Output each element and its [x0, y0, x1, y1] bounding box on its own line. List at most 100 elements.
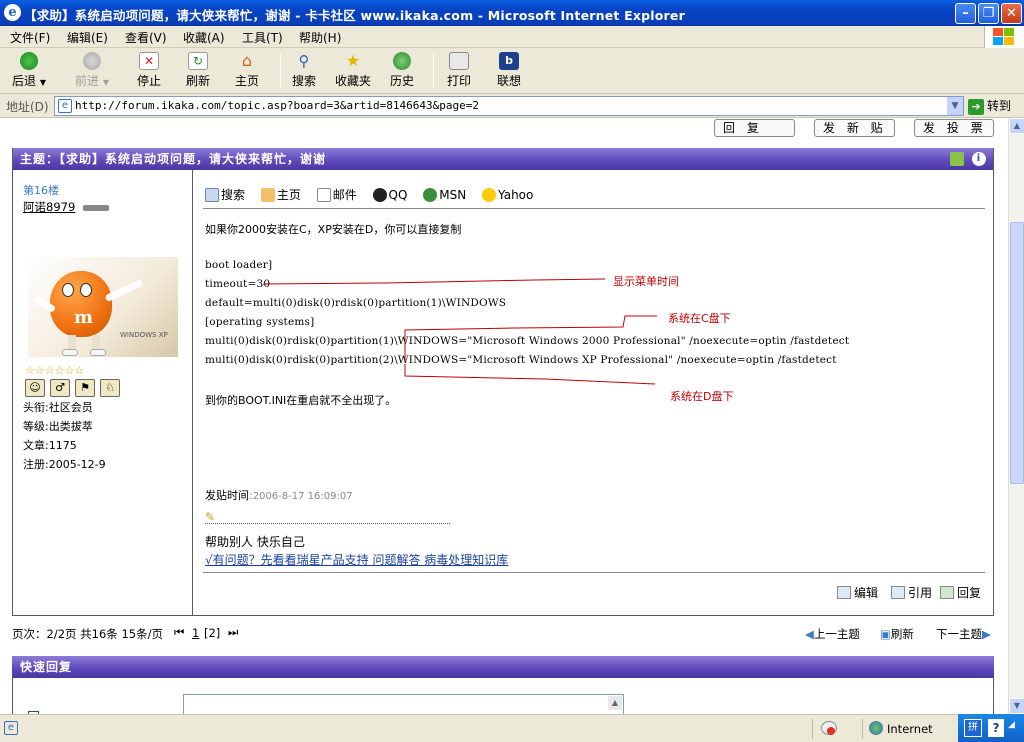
username-link[interactable]: 阿诺8979 — [23, 200, 75, 214]
page-1-link[interactable]: 1 — [192, 626, 199, 640]
home-button[interactable]: ⌂ 主页 — [235, 52, 259, 89]
windows-xp-logo: WINDOWS XP — [120, 331, 168, 339]
page-summary: 页次：2/2页 共16条 15条/页 — [12, 627, 163, 641]
last-page-icon[interactable]: ⏭ — [228, 625, 238, 640]
vertical-scrollbar[interactable]: ▲ ▼ — [1008, 118, 1024, 714]
edit-icon — [837, 586, 851, 599]
page-loaded-icon: e — [4, 721, 18, 735]
address-input[interactable]: e http://forum.ikaka.com/topic.asp?board… — [54, 96, 964, 116]
reply-icon — [940, 586, 954, 599]
divider — [203, 572, 985, 573]
badge-pose-icon: ⚑ — [75, 379, 95, 397]
menu-view[interactable]: 查看(V) — [125, 29, 167, 46]
address-dropdown-icon[interactable]: ▼ — [947, 97, 963, 115]
refresh-link[interactable]: ▣刷新 — [880, 626, 914, 642]
refresh-button[interactable]: ↻ 刷新 — [186, 52, 210, 89]
prev-topic-link[interactable]: ◀上一主题 — [805, 626, 860, 642]
toolbar-separator — [280, 54, 281, 88]
status-bar: e Internet — [0, 714, 1024, 742]
close-button[interactable]: ✕ — [1001, 3, 1022, 24]
signature-divider: ✎ — [205, 510, 450, 524]
reply-top-button[interactable]: 回 复 — [714, 119, 795, 137]
address-url: http://forum.ikaka.com/topic.asp?board=3… — [75, 99, 479, 112]
forward-button[interactable]: 前进 ▼ — [75, 52, 109, 89]
input-method-icon[interactable]: 拼 — [964, 719, 982, 737]
rank-stars: ☆☆☆☆☆☆ — [25, 364, 85, 377]
go-button[interactable]: ➔ 转到 — [968, 97, 1011, 115]
back-button[interactable]: 后退 ▼ — [12, 52, 46, 89]
print-button[interactable]: 打印 — [447, 52, 471, 89]
badge-smile-icon: ☺ — [25, 379, 45, 397]
history-button[interactable]: 历史 — [390, 52, 414, 89]
globe-icon — [869, 721, 883, 735]
scroll-down-icon[interactable]: ▼ — [1009, 698, 1024, 714]
help-icon[interactable]: ? — [988, 719, 1004, 737]
lenovo-icon: b — [499, 52, 519, 70]
textarea-scroll-up-icon[interactable]: ▲ — [608, 696, 622, 710]
refresh-icon: ↻ — [188, 52, 208, 70]
scroll-thumb[interactable] — [1010, 222, 1024, 484]
new-poll-button[interactable]: 发 投 票 — [914, 119, 994, 137]
plug-icon — [83, 204, 110, 211]
signature-link[interactable]: √有问题？先看看瑞星产品支持 问题解答 病毒处理知识库 — [205, 551, 508, 568]
ie-icon: e — [4, 4, 21, 21]
menu-help[interactable]: 帮助(H) — [299, 29, 341, 46]
stop-button[interactable]: ✕ 停止 — [137, 52, 161, 89]
menu-favorites[interactable]: 收藏(A) — [183, 29, 225, 46]
badge-animal-icon: ♘ — [100, 379, 120, 397]
avatar: m WINDOWS XP — [28, 257, 178, 357]
quick-reply-header: 快速回复 — [12, 656, 994, 678]
printer-icon — [449, 52, 469, 70]
favorites-button[interactable]: ★ 收藏夹 — [335, 52, 371, 89]
minimize-button[interactable]: – — [955, 3, 976, 24]
badge-male-icon: ♂ — [50, 379, 70, 397]
stop-icon: ✕ — [139, 52, 159, 70]
pager: 页次：2/2页 共16条 15条/页 ⏮ 1 [2] ⏭ ◀上一主题 ▣刷新 下… — [12, 625, 994, 643]
next-topic-link[interactable]: 下一主题▶ — [936, 626, 991, 642]
pencil-icon: ✎ — [205, 510, 216, 524]
quote-icon — [891, 586, 905, 599]
window-title: 【求助】系统启动项问题，请大侠来帮忙，谢谢 - 卡卡社区 www.ikaka.c… — [24, 8, 685, 23]
note-c-drive: 系统在C盘下 — [668, 312, 731, 325]
security-zone: Internet — [887, 722, 933, 736]
reply-button[interactable]: 回复 — [940, 584, 981, 601]
annotation-lines — [262, 278, 657, 385]
quick-reply-textarea[interactable]: ▲ — [183, 694, 624, 714]
home-icon: ⌂ — [241, 51, 253, 70]
post-body: 搜索 主页 邮件 QQ MSN Yahoo 如果你2000安装在C，XP安装在D… — [195, 170, 993, 616]
scroll-up-icon[interactable]: ▲ — [1009, 118, 1024, 134]
title-bar: e 【求助】系统启动项问题，请大侠来帮忙，谢谢 - 卡卡社区 www.ikaka… — [0, 0, 1024, 26]
maximize-button[interactable]: ❐ — [978, 3, 999, 24]
history-icon — [393, 52, 411, 70]
tray-chevron-icon[interactable]: ◢ — [1008, 720, 1015, 730]
star-icon: ★ — [345, 51, 361, 70]
floor-number: 第16楼 — [23, 184, 59, 197]
address-label: 地址(D) — [6, 100, 49, 114]
author-panel: 第16楼 阿诺8979 m WINDOWS XP ☆☆☆☆☆☆ ☺ ♂ ⚑ ♘ … — [13, 170, 193, 616]
page-content: 回 复 发 新 贴 发 投 票 主题：【求助】系统启动项问题，请大侠来帮忙，谢谢… — [0, 118, 1008, 714]
post-outro: 到你的BOOT.INI在重启就不全出现了。 — [205, 394, 397, 407]
post-time: 发贴时间:2006-8-17 16:09:07 — [205, 489, 353, 502]
edit-button[interactable]: 编辑 — [837, 584, 878, 601]
search-button[interactable]: ⚲ 搜索 — [292, 52, 316, 89]
search-icon: ⚲ — [298, 52, 310, 70]
page-2-current: [2] — [204, 626, 221, 640]
page-icon: e — [58, 99, 72, 113]
windows-logo — [984, 26, 1024, 48]
lenovo-button[interactable]: b 联想 — [497, 52, 521, 89]
toolbar-separator — [433, 54, 434, 88]
new-post-button[interactable]: 发 新 贴 — [814, 119, 895, 137]
system-tray: 拼 ? ◢ — [958, 714, 1024, 742]
quote-button[interactable]: 引用 — [891, 584, 932, 601]
first-page-icon[interactable]: ⏮ — [174, 625, 184, 640]
toolbar: 后退 ▼ 前进 ▼ ✕ 停止 ↻ 刷新 ⌂ 主页 ⚲ 搜索 ★ 收藏夹 历史 打… — [0, 48, 1024, 94]
menu-tools[interactable]: 工具(T) — [242, 29, 283, 46]
username-row: 阿诺8979 — [23, 199, 110, 215]
signature-text: 帮助别人 快乐自己 — [205, 535, 305, 549]
menu-edit[interactable]: 编辑(E) — [67, 29, 108, 46]
forward-arrow-icon — [83, 52, 101, 70]
menu-file[interactable]: 文件(F) — [10, 29, 50, 46]
post-box: 第16楼 阿诺8979 m WINDOWS XP ☆☆☆☆☆☆ ☺ ♂ ⚑ ♘ … — [12, 148, 994, 616]
address-bar: 地址(D) e http://forum.ikaka.com/topic.asp… — [0, 94, 1024, 118]
menu-bar: 文件(F) 编辑(E) 查看(V) 收藏(A) 工具(T) 帮助(H) — [0, 26, 1024, 48]
